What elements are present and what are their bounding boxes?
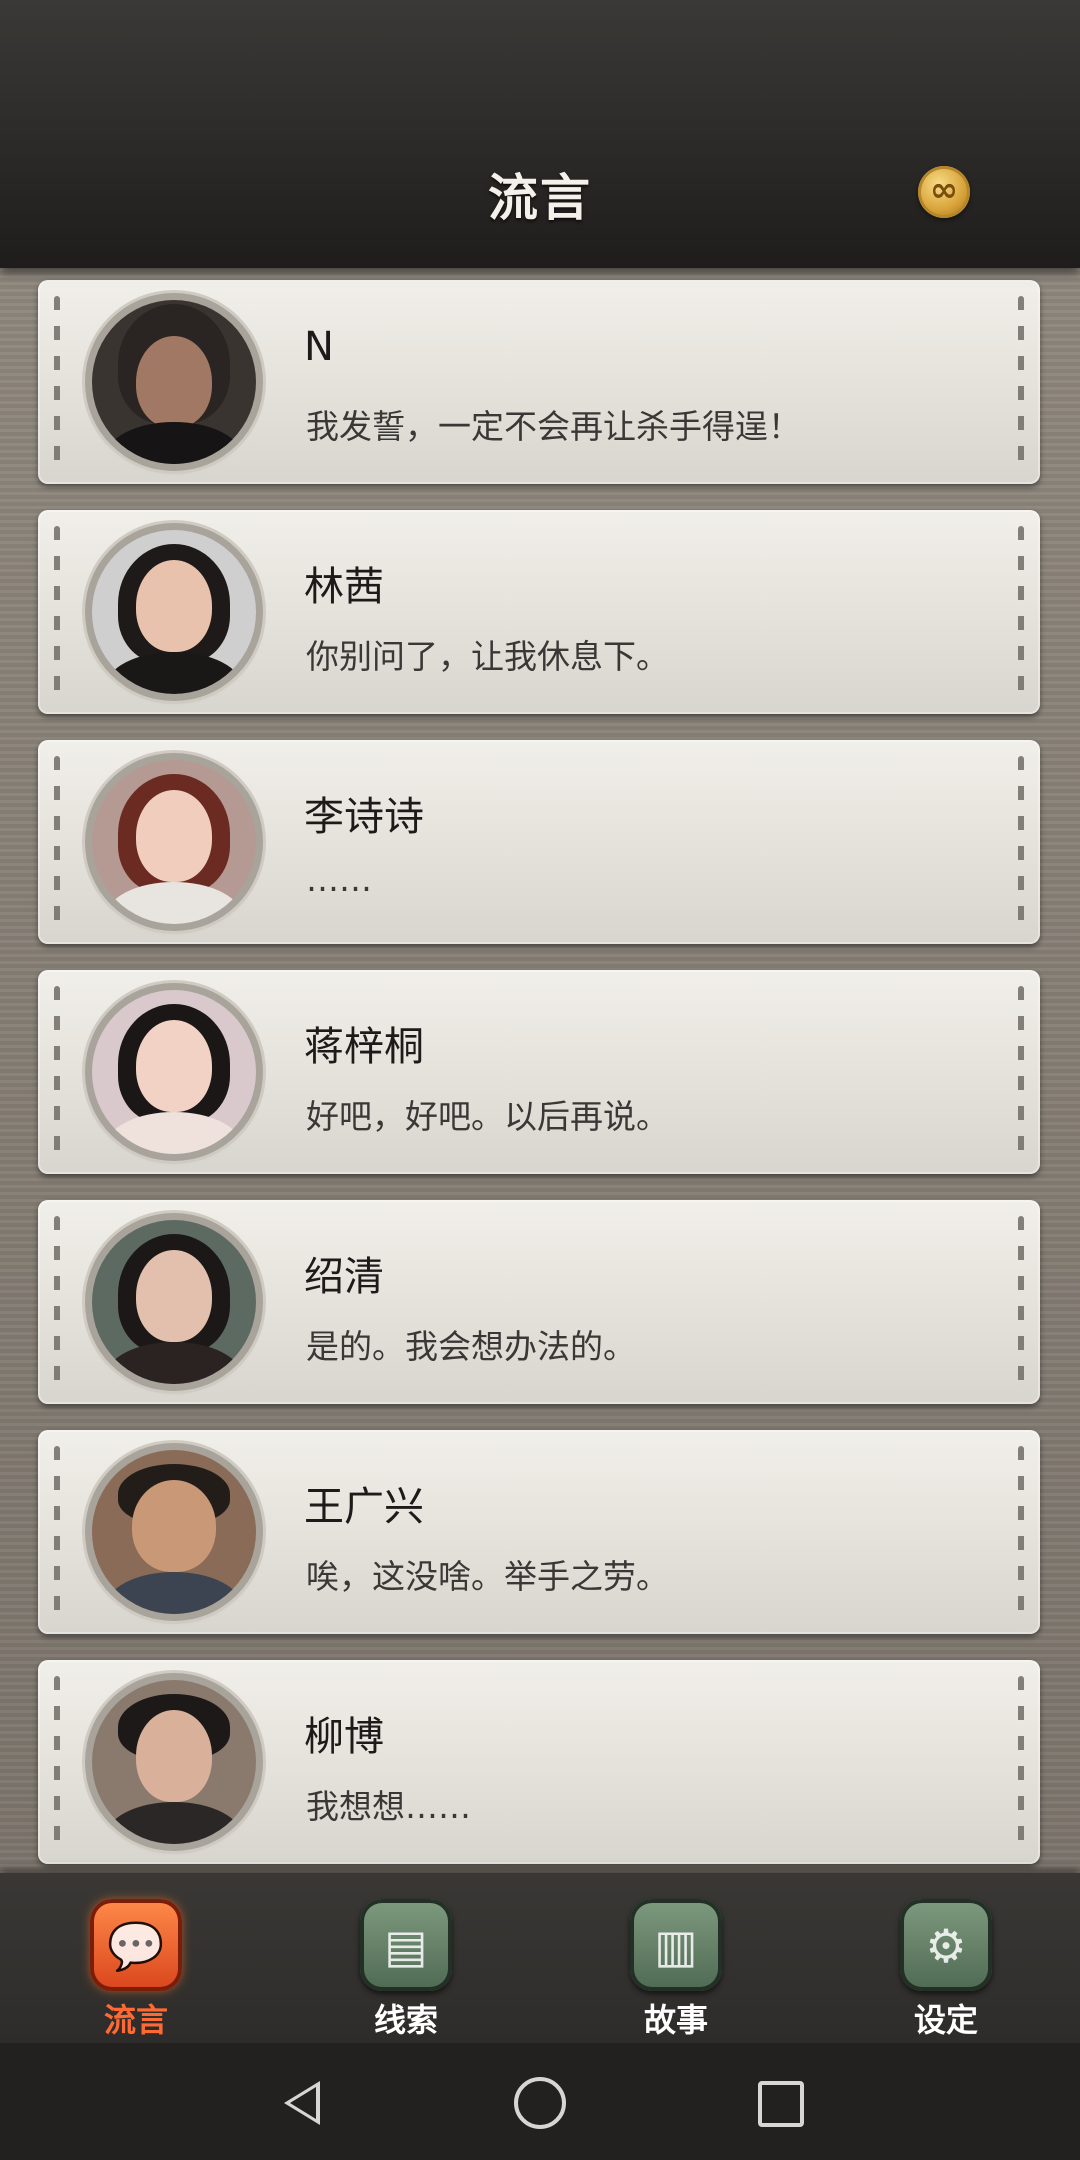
stitch-decoration — [54, 1216, 60, 1388]
contact-card-wangguangxing[interactable]: 王广兴 唉，这没啥。举手之劳。 — [38, 1430, 1040, 1634]
stitch-decoration — [1018, 756, 1024, 928]
tab-label: 流言 — [103, 2001, 168, 2039]
tab-clues[interactable]: ▤ 线索 — [336, 1873, 476, 2043]
contact-name: 绍清 — [304, 1254, 384, 1300]
stitch-decoration — [1018, 986, 1024, 1158]
tab-label: 线索 — [373, 2001, 438, 2039]
infinity-coin-icon[interactable] — [918, 166, 970, 218]
gear-icon: ⚙ — [900, 1899, 992, 1991]
chat-bubble-icon: 💬 — [90, 1899, 182, 1991]
stitch-decoration — [1018, 1446, 1024, 1618]
tab-label: 故事 — [643, 2001, 708, 2039]
contact-name: 柳博 — [304, 1714, 384, 1760]
contact-name: 王广兴 — [304, 1484, 424, 1530]
avatar[interactable] — [92, 1220, 256, 1384]
avatar[interactable] — [92, 760, 256, 924]
avatar[interactable] — [92, 990, 256, 1154]
last-message: 唉，这没啥。举手之劳。 — [306, 1557, 669, 1596]
tab-rumors[interactable]: 💬 流言 — [66, 1873, 206, 2043]
contact-card-jiangzitong[interactable]: 蒋梓桐 好吧，好吧。以后再说。 — [38, 970, 1040, 1174]
contact-name: N — [304, 324, 334, 370]
stitch-decoration — [1018, 1216, 1024, 1388]
last-message: 你别问了，让我休息下。 — [306, 637, 669, 676]
contact-card-liubo[interactable]: 柳博 我想想…… — [38, 1660, 1040, 1864]
stitch-decoration — [1018, 526, 1024, 698]
back-icon[interactable] — [262, 2063, 342, 2143]
bottom-tab-bar: 💬 流言 ▤ 线索 ▥ 故事 ⚙ 设定 — [0, 1873, 1080, 2043]
last-message: 我发誓，一定不会再让杀手得逞！ — [306, 407, 801, 446]
tab-story[interactable]: ▥ 故事 — [606, 1873, 746, 2043]
stitch-decoration — [54, 756, 60, 928]
papers-icon: ▤ — [360, 1899, 452, 1991]
contact-card-lishishi[interactable]: 李诗诗 …… — [38, 740, 1040, 944]
recent-apps-icon[interactable] — [740, 2063, 820, 2143]
stitch-decoration — [54, 986, 60, 1158]
contact-card-shaoqing[interactable]: 绍清 是的。我会想办法的。 — [38, 1200, 1040, 1404]
tab-settings[interactable]: ⚙ 设定 — [876, 1873, 1016, 2043]
last-message: 我想想…… — [306, 1787, 471, 1826]
contact-name: 李诗诗 — [304, 794, 424, 840]
stitch-decoration — [1018, 296, 1024, 468]
header-bar: 流言 — [0, 0, 1080, 268]
last-message: 好吧，好吧。以后再说。 — [306, 1097, 669, 1136]
book-icon: ▥ — [630, 1899, 722, 1991]
stitch-decoration — [54, 526, 60, 698]
stitch-decoration — [54, 1446, 60, 1618]
stitch-decoration — [54, 1676, 60, 1848]
avatar[interactable] — [92, 1450, 256, 1614]
contact-list[interactable]: N 我发誓，一定不会再让杀手得逞！ 林茜 你别问了，让我休息下。 李诗诗 …… … — [0, 268, 1080, 1873]
last-message: 是的。我会想办法的。 — [306, 1327, 636, 1366]
home-icon[interactable] — [500, 2063, 580, 2143]
contact-name: 蒋梓桐 — [304, 1024, 424, 1070]
last-message: …… — [306, 860, 372, 899]
tab-label: 设定 — [913, 2001, 978, 2039]
avatar[interactable] — [92, 530, 256, 694]
contact-card-linxi[interactable]: 林茜 你别问了，让我休息下。 — [38, 510, 1040, 714]
contact-card-n[interactable]: N 我发誓，一定不会再让杀手得逞！ — [38, 280, 1040, 484]
avatar[interactable] — [92, 1680, 256, 1844]
stitch-decoration — [1018, 1676, 1024, 1848]
rumors-screen: 流言 N 我发誓，一定不会再让杀手得逞！ 林茜 你别问 — [0, 0, 1080, 2160]
avatar[interactable] — [92, 300, 256, 464]
contact-name: 林茜 — [304, 564, 384, 610]
stitch-decoration — [54, 296, 60, 468]
system-navigation-bar — [0, 2043, 1080, 2160]
